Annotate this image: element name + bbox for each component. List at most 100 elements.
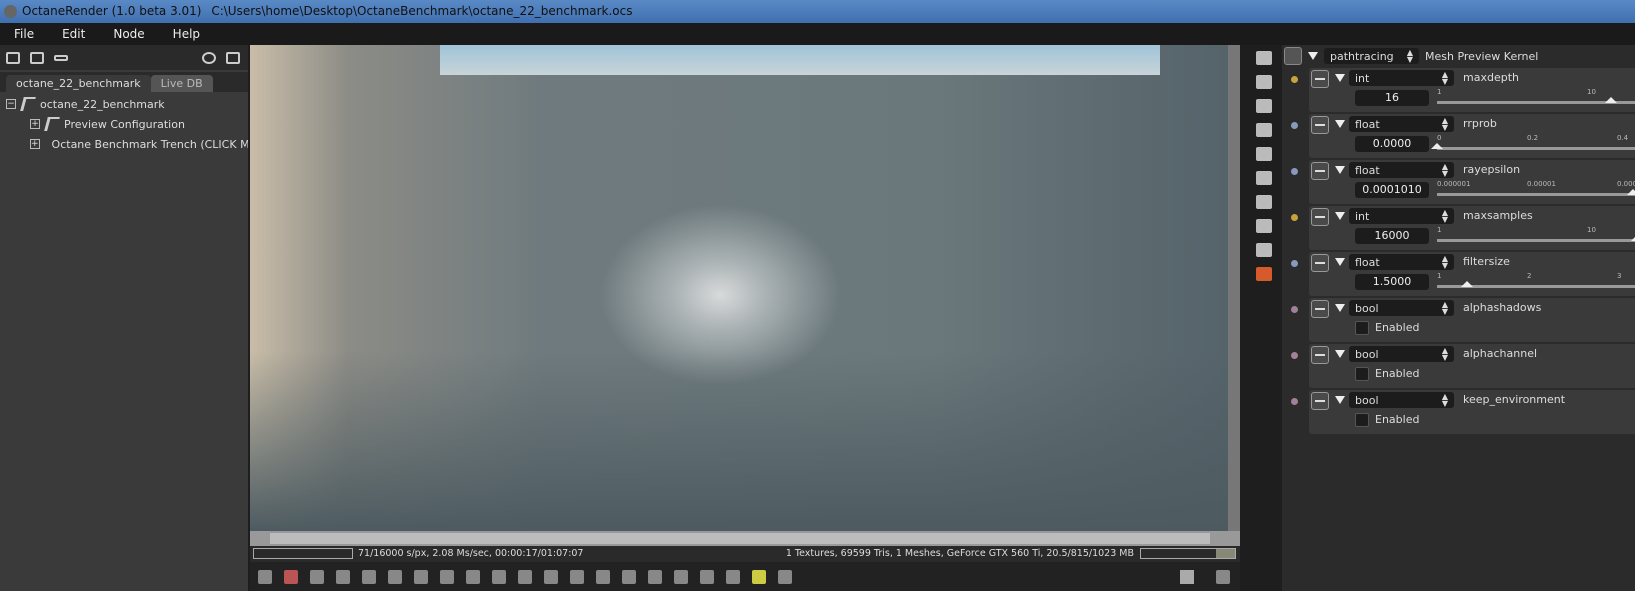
screenshot-icon[interactable] [258, 569, 272, 584]
collapse-triangle-icon[interactable] [1335, 258, 1345, 266]
pin-icon[interactable] [1291, 306, 1298, 313]
horizontal-scrollbar[interactable] [250, 531, 1240, 546]
fit-icon[interactable] [310, 569, 324, 584]
play-icon[interactable] [388, 569, 402, 584]
type-select[interactable]: bool ▲ ▼ [1349, 346, 1454, 362]
menu-node[interactable]: Node [99, 27, 158, 41]
render-viewport[interactable] [250, 45, 1240, 546]
kernel-select[interactable]: pathtracing ▲ ▼ [1324, 48, 1419, 64]
windows-icon[interactable] [30, 51, 44, 64]
value-field[interactable]: 1.5000 [1355, 274, 1429, 290]
menu-help[interactable]: Help [159, 27, 214, 41]
environment-icon[interactable] [1256, 195, 1272, 209]
tab-octane-22-benchmark[interactable]: octane_22_benchmark [6, 75, 151, 92]
expand-toggle[interactable]: + [30, 139, 40, 149]
expand-toggle[interactable]: + [30, 119, 40, 129]
enabled-checkbox[interactable] [1355, 367, 1369, 381]
slider-handle[interactable] [1605, 97, 1617, 103]
kernel-icon[interactable] [1284, 47, 1302, 65]
collapse-triangle-icon[interactable] [1335, 166, 1345, 174]
image-icon[interactable] [1256, 123, 1272, 137]
tab-live-db[interactable]: Live DB [150, 75, 213, 92]
load-icon[interactable] [700, 569, 714, 584]
lock-icon[interactable] [544, 569, 558, 584]
fullscreen-icon[interactable] [1216, 569, 1230, 584]
camera-settings-icon[interactable] [1256, 51, 1272, 65]
slider-handle[interactable] [1631, 235, 1635, 241]
type-select[interactable]: bool ▲ ▼ [1349, 300, 1454, 316]
wrench-icon[interactable] [1180, 569, 1194, 584]
render-image[interactable] [250, 45, 1228, 531]
kernel-icon[interactable] [1256, 243, 1272, 257]
light-icon[interactable] [752, 569, 766, 584]
pin-icon[interactable] [1291, 122, 1298, 129]
type-select[interactable]: bool ▲ ▼ [1349, 392, 1454, 408]
camera-icon[interactable] [1256, 147, 1272, 161]
value-field[interactable]: 0.0001010 [1355, 182, 1429, 198]
slider-handle[interactable] [1461, 281, 1473, 287]
type-select[interactable]: float ▲ ▼ [1349, 254, 1454, 270]
menu-edit[interactable]: Edit [48, 27, 99, 41]
menu-file[interactable]: File [0, 27, 48, 41]
pin-icon[interactable] [1291, 398, 1298, 405]
kernel-label: Mesh Preview Kernel [1425, 49, 1539, 63]
pin-icon[interactable] [1291, 352, 1298, 359]
list-view-icon[interactable] [6, 51, 20, 64]
imager-icon[interactable] [1256, 219, 1272, 233]
material-picker-icon[interactable] [518, 569, 532, 584]
value-slider[interactable]: 0 0.2 0.4 [1431, 134, 1635, 154]
windows-icon[interactable] [1256, 75, 1272, 89]
collapse-triangle-icon[interactable] [1335, 212, 1345, 220]
value-field[interactable]: 16000 [1355, 228, 1429, 244]
type-select[interactable]: float ▲ ▼ [1349, 116, 1454, 132]
pause-icon[interactable] [362, 569, 376, 584]
white-balance-icon[interactable] [492, 569, 506, 584]
checker-icon[interactable] [622, 569, 636, 584]
tree-item[interactable]: + Octane Benchmark Trench (CLICK ME) [0, 134, 248, 154]
value-slider[interactable]: 1 10 [1437, 88, 1635, 108]
value-slider[interactable]: 0.000001 0.00001 0.0001 [1437, 180, 1635, 200]
enabled-checkbox[interactable] [1355, 413, 1369, 427]
collapse-triangle-icon[interactable] [1335, 396, 1345, 404]
pattern-icon[interactable] [596, 569, 610, 584]
slider-handle[interactable] [1431, 143, 1443, 149]
pin-icon[interactable] [1291, 168, 1298, 175]
collapse-icon[interactable] [54, 54, 68, 61]
pin-icon[interactable] [1291, 214, 1298, 221]
disc-icon[interactable] [726, 569, 740, 584]
copy-icon[interactable] [674, 569, 688, 584]
collapse-triangle-icon[interactable] [1308, 52, 1318, 60]
collapse-icon[interactable] [1256, 99, 1272, 113]
collapse-triangle-icon[interactable] [1335, 74, 1345, 82]
padlock-icon[interactable] [778, 569, 792, 584]
value-field[interactable]: 16 [1355, 90, 1429, 106]
maximize-icon[interactable] [226, 51, 240, 64]
collapse-triangle-icon[interactable] [1335, 304, 1345, 312]
pick-icon[interactable] [414, 569, 428, 584]
slider-handle[interactable] [1627, 189, 1635, 195]
stop-render-icon[interactable] [284, 569, 298, 584]
enabled-checkbox[interactable] [1355, 321, 1369, 335]
type-select[interactable]: float ▲ ▼ [1349, 162, 1454, 178]
vertical-scrollbar[interactable] [1228, 45, 1240, 531]
restart-icon[interactable] [336, 569, 350, 584]
value-slider[interactable]: 1 10 [1437, 226, 1635, 246]
unlock-icon[interactable] [570, 569, 584, 584]
mesh-icon[interactable] [1256, 267, 1272, 281]
type-select[interactable]: int ▲ ▼ [1349, 70, 1454, 86]
wrench-icon[interactable] [202, 51, 216, 64]
pin-icon[interactable] [1291, 260, 1298, 267]
alpha-icon[interactable] [648, 569, 662, 584]
collapse-triangle-icon[interactable] [1335, 350, 1345, 358]
type-select[interactable]: int ▲ ▼ [1349, 208, 1454, 224]
int-icon[interactable] [1256, 171, 1272, 185]
pin-icon[interactable] [1291, 76, 1298, 83]
collapse-triangle-icon[interactable] [1335, 120, 1345, 128]
autofocus-icon[interactable] [466, 569, 480, 584]
value-field[interactable]: 0.0000 [1355, 136, 1429, 152]
region-icon[interactable] [440, 569, 454, 584]
collapse-toggle[interactable]: − [6, 99, 16, 109]
value-slider[interactable]: 1 2 3 [1437, 272, 1635, 292]
tree-item[interactable]: + Preview Configuration [0, 114, 248, 134]
tree-item[interactable]: − octane_22_benchmark [0, 94, 248, 114]
